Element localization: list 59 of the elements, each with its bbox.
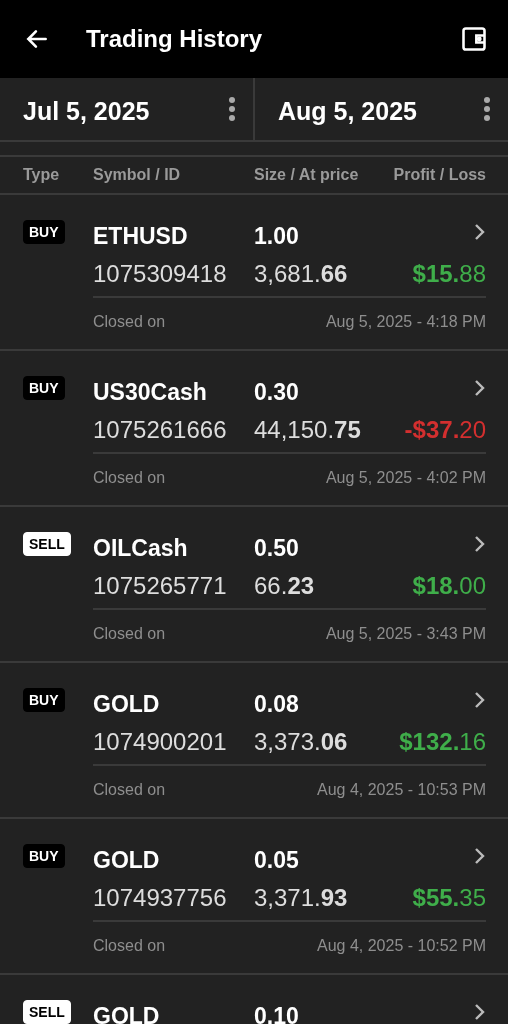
chevron-right-icon[interactable] xyxy=(474,379,486,397)
more-icon[interactable] xyxy=(229,97,235,121)
trade-id: 1074937756 xyxy=(93,884,228,912)
closed-time: Aug 5, 2025 - 3:43 PM xyxy=(325,625,486,643)
trade-id: 1075261666 xyxy=(93,416,228,444)
chevron-right-icon[interactable] xyxy=(474,1003,486,1021)
symbol: GOLD xyxy=(93,690,161,718)
trade-side-badge: BUY xyxy=(23,376,65,400)
size: 0.50 xyxy=(254,534,300,562)
symbol: OILCash xyxy=(93,534,189,562)
date-field[interactable]: Jul 5, 2025 xyxy=(23,96,150,126)
trade-side-badge: BUY xyxy=(23,688,65,712)
trade-side-badge: BUY xyxy=(23,220,65,244)
closed-time: Aug 5, 2025 - 4:18 PM xyxy=(325,313,486,331)
profit-loss: $18.00 xyxy=(412,572,486,600)
trade-side-badge: BUY xyxy=(23,844,65,868)
symbol: GOLD xyxy=(93,846,161,874)
closed-label: Closed on xyxy=(93,625,166,643)
trade-side-badge: SELL xyxy=(23,1000,71,1024)
size: 0.05 xyxy=(254,846,300,874)
profit-loss: $55.35 xyxy=(412,884,486,912)
chevron-right-icon[interactable] xyxy=(474,847,486,865)
closed-time: Aug 4, 2025 - 10:53 PM xyxy=(317,781,486,799)
price: 66.23 xyxy=(254,572,316,600)
column-header: Size / At price xyxy=(254,166,360,184)
price: 44,150.75 xyxy=(254,416,362,444)
size: 0.30 xyxy=(254,378,300,406)
profit-loss: -$37.20 xyxy=(404,416,486,444)
price: 3,373.06 xyxy=(254,728,349,756)
trade-id: 1075309418 xyxy=(93,260,228,288)
chevron-right-icon[interactable] xyxy=(474,535,486,553)
date-field[interactable]: Aug 5, 2025 xyxy=(278,96,417,126)
size: 0.08 xyxy=(254,690,300,718)
size: 0.10 xyxy=(254,1002,300,1024)
column-header: Profit / Loss xyxy=(393,166,486,184)
profit-loss: $132.16 xyxy=(399,728,486,756)
trade-id: 1074900201 xyxy=(93,728,228,756)
trade-side-badge: SELL xyxy=(23,532,71,556)
column-header: Symbol / ID xyxy=(93,166,182,184)
column-header: Type xyxy=(23,166,61,184)
trade-id: 1075265771 xyxy=(93,572,228,600)
page-title: Trading History xyxy=(86,25,264,53)
size: 1.00 xyxy=(254,222,300,250)
closed-label: Closed on xyxy=(93,781,166,799)
closed-label: Closed on xyxy=(93,313,166,331)
profit-loss: $15.88 xyxy=(412,260,486,288)
chevron-right-icon[interactable] xyxy=(474,691,486,709)
closed-time: Aug 5, 2025 - 4:02 PM xyxy=(325,469,486,487)
price: 3,371.93 xyxy=(254,884,349,912)
closed-label: Closed on xyxy=(93,469,166,487)
price: 3,681.66 xyxy=(254,260,349,288)
closed-label: Closed on xyxy=(93,937,166,955)
chevron-right-icon[interactable] xyxy=(474,223,486,241)
closed-time: Aug 4, 2025 - 10:52 PM xyxy=(317,937,486,955)
wallet-icon[interactable] xyxy=(460,25,488,53)
more-icon[interactable] xyxy=(484,97,490,121)
symbol: ETHUSD xyxy=(93,222,189,250)
symbol: US30Cash xyxy=(93,378,208,406)
symbol: GOLD xyxy=(93,1002,161,1024)
